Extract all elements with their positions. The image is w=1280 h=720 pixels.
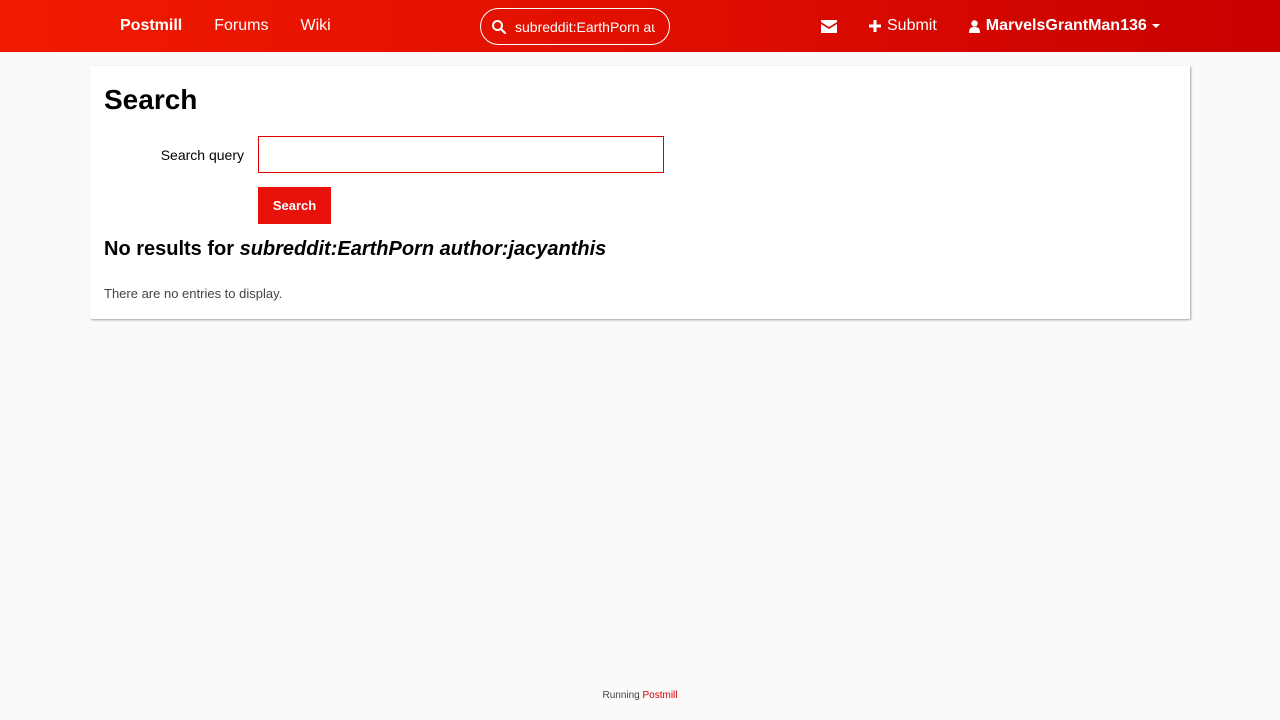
user-nav: Submit MarvelsGrantMan136 (805, 0, 1176, 52)
chevron-down-icon (1151, 24, 1160, 28)
main-nav: Postmill Forums Wiki (104, 0, 347, 52)
site-header: Postmill Forums Wiki Submit (0, 0, 1280, 52)
site-footer: Running Postmill (0, 690, 1280, 701)
envelope-icon (821, 19, 837, 33)
results-query: subreddit:EarthPorn author:jacyanthis (239, 238, 607, 260)
search-form-row: Search query (90, 136, 1190, 174)
submit-link[interactable]: Submit (853, 0, 953, 52)
messages-link[interactable] (805, 0, 853, 52)
user-menu[interactable]: MarvelsGrantMan136 (953, 0, 1176, 52)
nav-forums[interactable]: Forums (198, 0, 284, 52)
username: MarvelsGrantMan136 (985, 17, 1147, 34)
header-search (480, 8, 670, 45)
footer-postmill-link[interactable]: Postmill (643, 690, 678, 701)
results-prefix: No results for (104, 238, 240, 260)
search-icon (492, 19, 507, 34)
page-title: Search (104, 84, 198, 115)
search-button[interactable]: Search (258, 187, 331, 224)
footer-text: Running (602, 690, 643, 701)
plus-icon (869, 20, 881, 32)
search-panel: Search Search query Search No results fo… (90, 66, 1190, 319)
nav-wiki[interactable]: Wiki (284, 0, 346, 52)
submit-label: Submit (887, 17, 937, 34)
brand-link[interactable]: Postmill (104, 0, 198, 52)
user-icon (968, 19, 980, 33)
search-query-input[interactable] (258, 136, 664, 173)
search-query-label: Search query (160, 147, 244, 163)
results-heading: No results for subreddit:EarthPorn autho… (104, 238, 606, 261)
empty-message: There are no entries to display. (104, 286, 283, 301)
header-search-input[interactable] (515, 18, 655, 35)
